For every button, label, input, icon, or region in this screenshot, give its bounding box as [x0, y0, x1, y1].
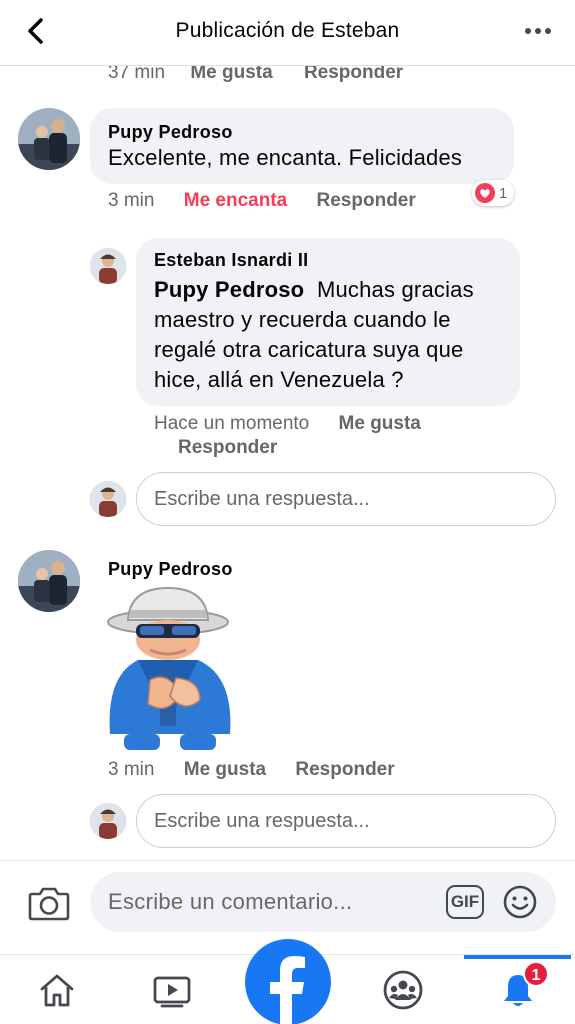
comment-time: 3 min [108, 759, 155, 780]
my-avatar [90, 803, 126, 839]
heart-icon [475, 183, 495, 203]
more-dots-icon [525, 28, 551, 34]
notification-badge: 1 [523, 961, 549, 987]
reaction-count: 1 [499, 184, 508, 202]
tab-home[interactable] [34, 967, 80, 1013]
reply-avatar[interactable] [90, 248, 126, 284]
comment-author[interactable]: Pupy Pedroso [108, 122, 496, 143]
bottom-tab-bar: 1 [0, 939, 575, 1024]
mention-link[interactable]: Pupy Pedroso [154, 277, 304, 302]
reply-meta: Hace un momento Me gusta Responder [154, 412, 474, 460]
smiley-icon [503, 885, 537, 919]
comment-meta: 3 min Me gusta Responder [108, 759, 395, 781]
camera-icon [28, 887, 70, 921]
reply-input-placeholder: Escribe una respuesta... [154, 810, 370, 832]
my-avatar [90, 481, 126, 517]
love-reaction-button[interactable]: Me encanta [184, 190, 287, 211]
top-bar: Publicación de Esteban [0, 0, 575, 66]
reply-button[interactable]: Responder [178, 437, 277, 458]
tab-video[interactable] [149, 967, 195, 1013]
comment-input[interactable]: Escribe un comentario... GIF [90, 872, 556, 932]
video-icon [153, 976, 191, 1008]
like-button[interactable]: Me gusta [339, 413, 421, 434]
reply-input[interactable]: Escribe una respuesta... [136, 472, 556, 526]
reply-input[interactable]: Escribe una respuesta... [136, 794, 556, 848]
comment-meta: 3 min Me encanta Responder [108, 190, 416, 212]
camera-button[interactable] [28, 883, 70, 923]
tab-facebook[interactable] [245, 939, 331, 1024]
comment-author[interactable]: Pupy Pedroso [108, 559, 233, 580]
avatar[interactable] [18, 108, 80, 170]
like-button[interactable]: Me gusta [184, 759, 266, 780]
reply-button[interactable]: Responder [295, 759, 394, 780]
reply-author[interactable]: Esteban Isnardi II [154, 250, 502, 271]
reply-bubble[interactable]: Esteban Isnardi II Pupy Pedroso Muchas g… [136, 238, 520, 406]
comment-text: Excelente, me encanta. Felicidades [108, 145, 463, 170]
clapping-sticker[interactable] [96, 584, 246, 754]
comment-input-placeholder: Escribe un comentario... [108, 889, 353, 914]
reply-button[interactable]: Responder [317, 190, 416, 211]
more-options-button[interactable] [523, 18, 553, 44]
comment-feed[interactable]: 37 min Me gusta Responder Pupy Pedroso E… [0, 0, 575, 860]
tab-groups[interactable] [380, 967, 426, 1013]
emoji-button[interactable] [502, 884, 538, 920]
home-icon [40, 974, 74, 1007]
active-tab-indicator [464, 955, 571, 959]
groups-icon [383, 970, 423, 1010]
comment-time: 3 min [108, 190, 155, 211]
avatar[interactable] [18, 550, 80, 612]
facebook-logo-icon [270, 956, 305, 1024]
reaction-summary[interactable]: 1 [472, 180, 515, 206]
reply-time: Hace un momento [154, 413, 310, 434]
page-title: Publicación de Esteban [175, 19, 400, 42]
comment-bubble[interactable]: Pupy Pedroso Excelente, me encanta. Feli… [90, 108, 514, 184]
gif-button[interactable]: GIF [446, 885, 484, 919]
reply-input-placeholder: Escribe una respuesta... [154, 488, 370, 510]
gif-icon: GIF [450, 892, 480, 911]
tab-notifications[interactable]: 1 [495, 961, 549, 1013]
